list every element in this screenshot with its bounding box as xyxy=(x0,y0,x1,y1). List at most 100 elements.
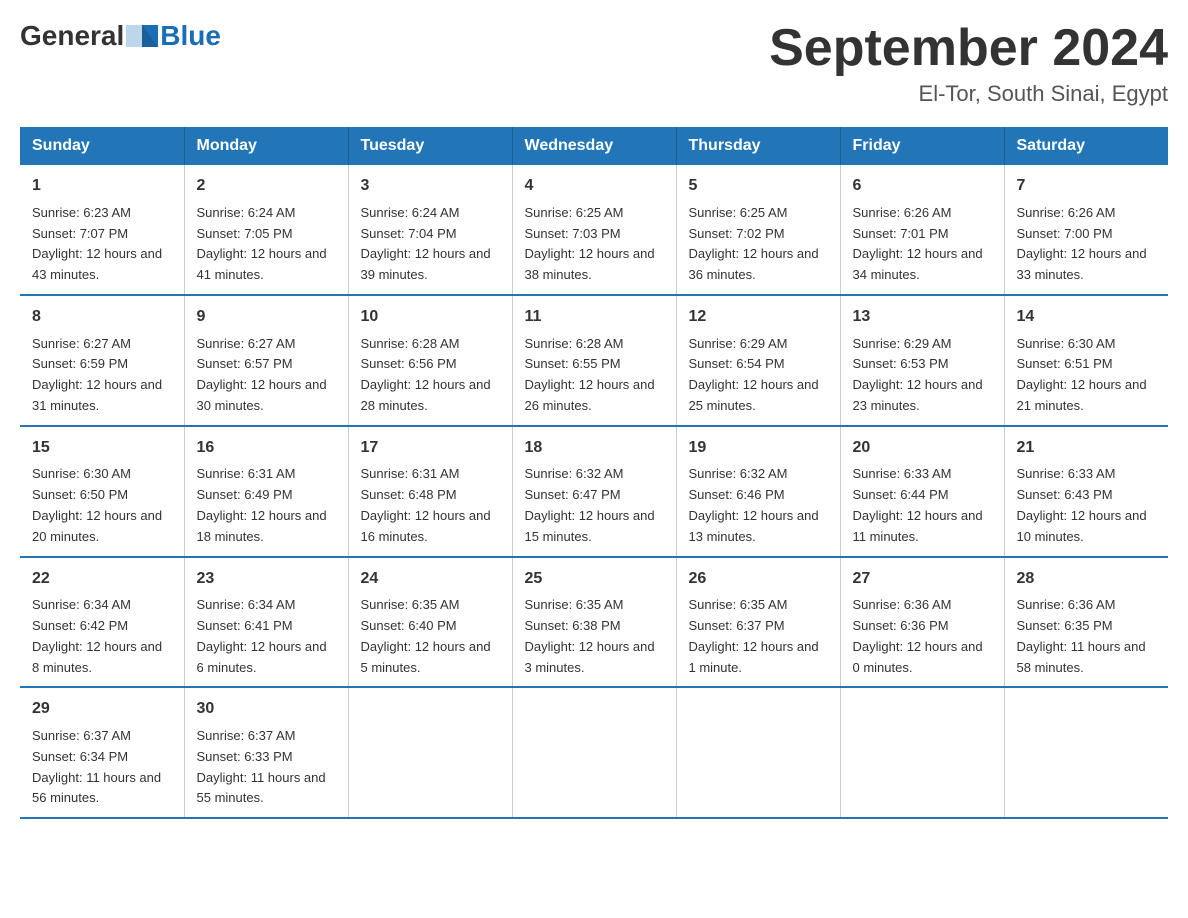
calendar-cell: 21 Sunrise: 6:33 AMSunset: 6:43 PMDaylig… xyxy=(1004,426,1168,557)
day-number: 28 xyxy=(1017,566,1157,592)
day-info: Sunrise: 6:31 AMSunset: 6:48 PMDaylight:… xyxy=(361,466,491,543)
day-number: 30 xyxy=(197,696,336,722)
day-number: 7 xyxy=(1017,173,1157,199)
calendar-row: 15 Sunrise: 6:30 AMSunset: 6:50 PMDaylig… xyxy=(20,426,1168,557)
day-info: Sunrise: 6:25 AMSunset: 7:03 PMDaylight:… xyxy=(525,205,655,282)
month-title: September 2024 xyxy=(769,20,1168,77)
calendar-cell: 13 Sunrise: 6:29 AMSunset: 6:53 PMDaylig… xyxy=(840,295,1004,426)
day-number: 5 xyxy=(689,173,828,199)
day-number: 17 xyxy=(361,435,500,461)
day-info: Sunrise: 6:37 AMSunset: 6:34 PMDaylight:… xyxy=(32,728,161,805)
day-number: 10 xyxy=(361,304,500,330)
day-info: Sunrise: 6:30 AMSunset: 6:51 PMDaylight:… xyxy=(1017,336,1147,413)
day-info: Sunrise: 6:27 AMSunset: 6:59 PMDaylight:… xyxy=(32,336,162,413)
calendar-header-cell: Wednesday xyxy=(512,127,676,165)
day-info: Sunrise: 6:25 AMSunset: 7:02 PMDaylight:… xyxy=(689,205,819,282)
calendar-cell: 22 Sunrise: 6:34 AMSunset: 6:42 PMDaylig… xyxy=(20,557,184,688)
calendar-cell xyxy=(840,687,1004,818)
title-block: September 2024 El-Tor, South Sinai, Egyp… xyxy=(769,20,1168,107)
calendar-cell: 7 Sunrise: 6:26 AMSunset: 7:00 PMDayligh… xyxy=(1004,165,1168,295)
day-number: 18 xyxy=(525,435,664,461)
day-number: 8 xyxy=(32,304,172,330)
day-info: Sunrise: 6:35 AMSunset: 6:38 PMDaylight:… xyxy=(525,597,655,674)
calendar-cell xyxy=(348,687,512,818)
calendar-cell: 10 Sunrise: 6:28 AMSunset: 6:56 PMDaylig… xyxy=(348,295,512,426)
calendar-cell: 3 Sunrise: 6:24 AMSunset: 7:04 PMDayligh… xyxy=(348,165,512,295)
calendar-cell: 6 Sunrise: 6:26 AMSunset: 7:01 PMDayligh… xyxy=(840,165,1004,295)
day-number: 16 xyxy=(197,435,336,461)
logo-blue-text: Blue xyxy=(160,20,221,52)
day-info: Sunrise: 6:28 AMSunset: 6:56 PMDaylight:… xyxy=(361,336,491,413)
day-info: Sunrise: 6:30 AMSunset: 6:50 PMDaylight:… xyxy=(32,466,162,543)
day-number: 24 xyxy=(361,566,500,592)
day-info: Sunrise: 6:27 AMSunset: 6:57 PMDaylight:… xyxy=(197,336,327,413)
calendar-cell: 25 Sunrise: 6:35 AMSunset: 6:38 PMDaylig… xyxy=(512,557,676,688)
day-number: 29 xyxy=(32,696,172,722)
calendar-cell: 8 Sunrise: 6:27 AMSunset: 6:59 PMDayligh… xyxy=(20,295,184,426)
location-title: El-Tor, South Sinai, Egypt xyxy=(769,81,1168,107)
calendar-cell: 23 Sunrise: 6:34 AMSunset: 6:41 PMDaylig… xyxy=(184,557,348,688)
day-number: 20 xyxy=(853,435,992,461)
calendar-header-cell: Tuesday xyxy=(348,127,512,165)
calendar-cell: 15 Sunrise: 6:30 AMSunset: 6:50 PMDaylig… xyxy=(20,426,184,557)
page-header: General Blue September 2024 El-Tor, Sout… xyxy=(20,20,1168,107)
day-number: 23 xyxy=(197,566,336,592)
day-info: Sunrise: 6:26 AMSunset: 7:01 PMDaylight:… xyxy=(853,205,983,282)
calendar-cell: 17 Sunrise: 6:31 AMSunset: 6:48 PMDaylig… xyxy=(348,426,512,557)
day-info: Sunrise: 6:35 AMSunset: 6:40 PMDaylight:… xyxy=(361,597,491,674)
calendar-row: 1 Sunrise: 6:23 AMSunset: 7:07 PMDayligh… xyxy=(20,165,1168,295)
day-info: Sunrise: 6:32 AMSunset: 6:46 PMDaylight:… xyxy=(689,466,819,543)
calendar-cell xyxy=(676,687,840,818)
calendar-cell: 14 Sunrise: 6:30 AMSunset: 6:51 PMDaylig… xyxy=(1004,295,1168,426)
calendar-cell: 5 Sunrise: 6:25 AMSunset: 7:02 PMDayligh… xyxy=(676,165,840,295)
calendar-cell: 27 Sunrise: 6:36 AMSunset: 6:36 PMDaylig… xyxy=(840,557,1004,688)
calendar-row: 8 Sunrise: 6:27 AMSunset: 6:59 PMDayligh… xyxy=(20,295,1168,426)
calendar-cell xyxy=(512,687,676,818)
calendar-cell: 1 Sunrise: 6:23 AMSunset: 7:07 PMDayligh… xyxy=(20,165,184,295)
day-info: Sunrise: 6:36 AMSunset: 6:35 PMDaylight:… xyxy=(1017,597,1146,674)
day-number: 11 xyxy=(525,304,664,330)
day-info: Sunrise: 6:33 AMSunset: 6:43 PMDaylight:… xyxy=(1017,466,1147,543)
calendar-cell: 30 Sunrise: 6:37 AMSunset: 6:33 PMDaylig… xyxy=(184,687,348,818)
day-number: 13 xyxy=(853,304,992,330)
calendar-cell: 28 Sunrise: 6:36 AMSunset: 6:35 PMDaylig… xyxy=(1004,557,1168,688)
calendar-body: 1 Sunrise: 6:23 AMSunset: 7:07 PMDayligh… xyxy=(20,165,1168,818)
calendar-header-cell: Monday xyxy=(184,127,348,165)
day-info: Sunrise: 6:29 AMSunset: 6:53 PMDaylight:… xyxy=(853,336,983,413)
logo-flag-icon xyxy=(126,25,158,47)
calendar-cell: 11 Sunrise: 6:28 AMSunset: 6:55 PMDaylig… xyxy=(512,295,676,426)
calendar-cell: 19 Sunrise: 6:32 AMSunset: 6:46 PMDaylig… xyxy=(676,426,840,557)
calendar-cell: 26 Sunrise: 6:35 AMSunset: 6:37 PMDaylig… xyxy=(676,557,840,688)
day-info: Sunrise: 6:35 AMSunset: 6:37 PMDaylight:… xyxy=(689,597,819,674)
calendar-header-cell: Friday xyxy=(840,127,1004,165)
calendar-header-cell: Saturday xyxy=(1004,127,1168,165)
calendar-cell: 24 Sunrise: 6:35 AMSunset: 6:40 PMDaylig… xyxy=(348,557,512,688)
day-number: 21 xyxy=(1017,435,1157,461)
day-number: 14 xyxy=(1017,304,1157,330)
day-info: Sunrise: 6:26 AMSunset: 7:00 PMDaylight:… xyxy=(1017,205,1147,282)
day-number: 15 xyxy=(32,435,172,461)
calendar-row: 22 Sunrise: 6:34 AMSunset: 6:42 PMDaylig… xyxy=(20,557,1168,688)
calendar-cell xyxy=(1004,687,1168,818)
day-number: 12 xyxy=(689,304,828,330)
day-number: 9 xyxy=(197,304,336,330)
logo-general-text: General xyxy=(20,20,124,52)
calendar-header-cell: Sunday xyxy=(20,127,184,165)
day-number: 6 xyxy=(853,173,992,199)
day-number: 1 xyxy=(32,173,172,199)
calendar-cell: 2 Sunrise: 6:24 AMSunset: 7:05 PMDayligh… xyxy=(184,165,348,295)
calendar-row: 29 Sunrise: 6:37 AMSunset: 6:34 PMDaylig… xyxy=(20,687,1168,818)
day-number: 4 xyxy=(525,173,664,199)
day-number: 19 xyxy=(689,435,828,461)
day-info: Sunrise: 6:34 AMSunset: 6:41 PMDaylight:… xyxy=(197,597,327,674)
day-info: Sunrise: 6:29 AMSunset: 6:54 PMDaylight:… xyxy=(689,336,819,413)
calendar-cell: 12 Sunrise: 6:29 AMSunset: 6:54 PMDaylig… xyxy=(676,295,840,426)
day-number: 27 xyxy=(853,566,992,592)
calendar-cell: 4 Sunrise: 6:25 AMSunset: 7:03 PMDayligh… xyxy=(512,165,676,295)
calendar-cell: 18 Sunrise: 6:32 AMSunset: 6:47 PMDaylig… xyxy=(512,426,676,557)
calendar-table: SundayMondayTuesdayWednesdayThursdayFrid… xyxy=(20,127,1168,819)
day-number: 22 xyxy=(32,566,172,592)
day-info: Sunrise: 6:36 AMSunset: 6:36 PMDaylight:… xyxy=(853,597,983,674)
day-info: Sunrise: 6:28 AMSunset: 6:55 PMDaylight:… xyxy=(525,336,655,413)
calendar-header: SundayMondayTuesdayWednesdayThursdayFrid… xyxy=(20,127,1168,165)
